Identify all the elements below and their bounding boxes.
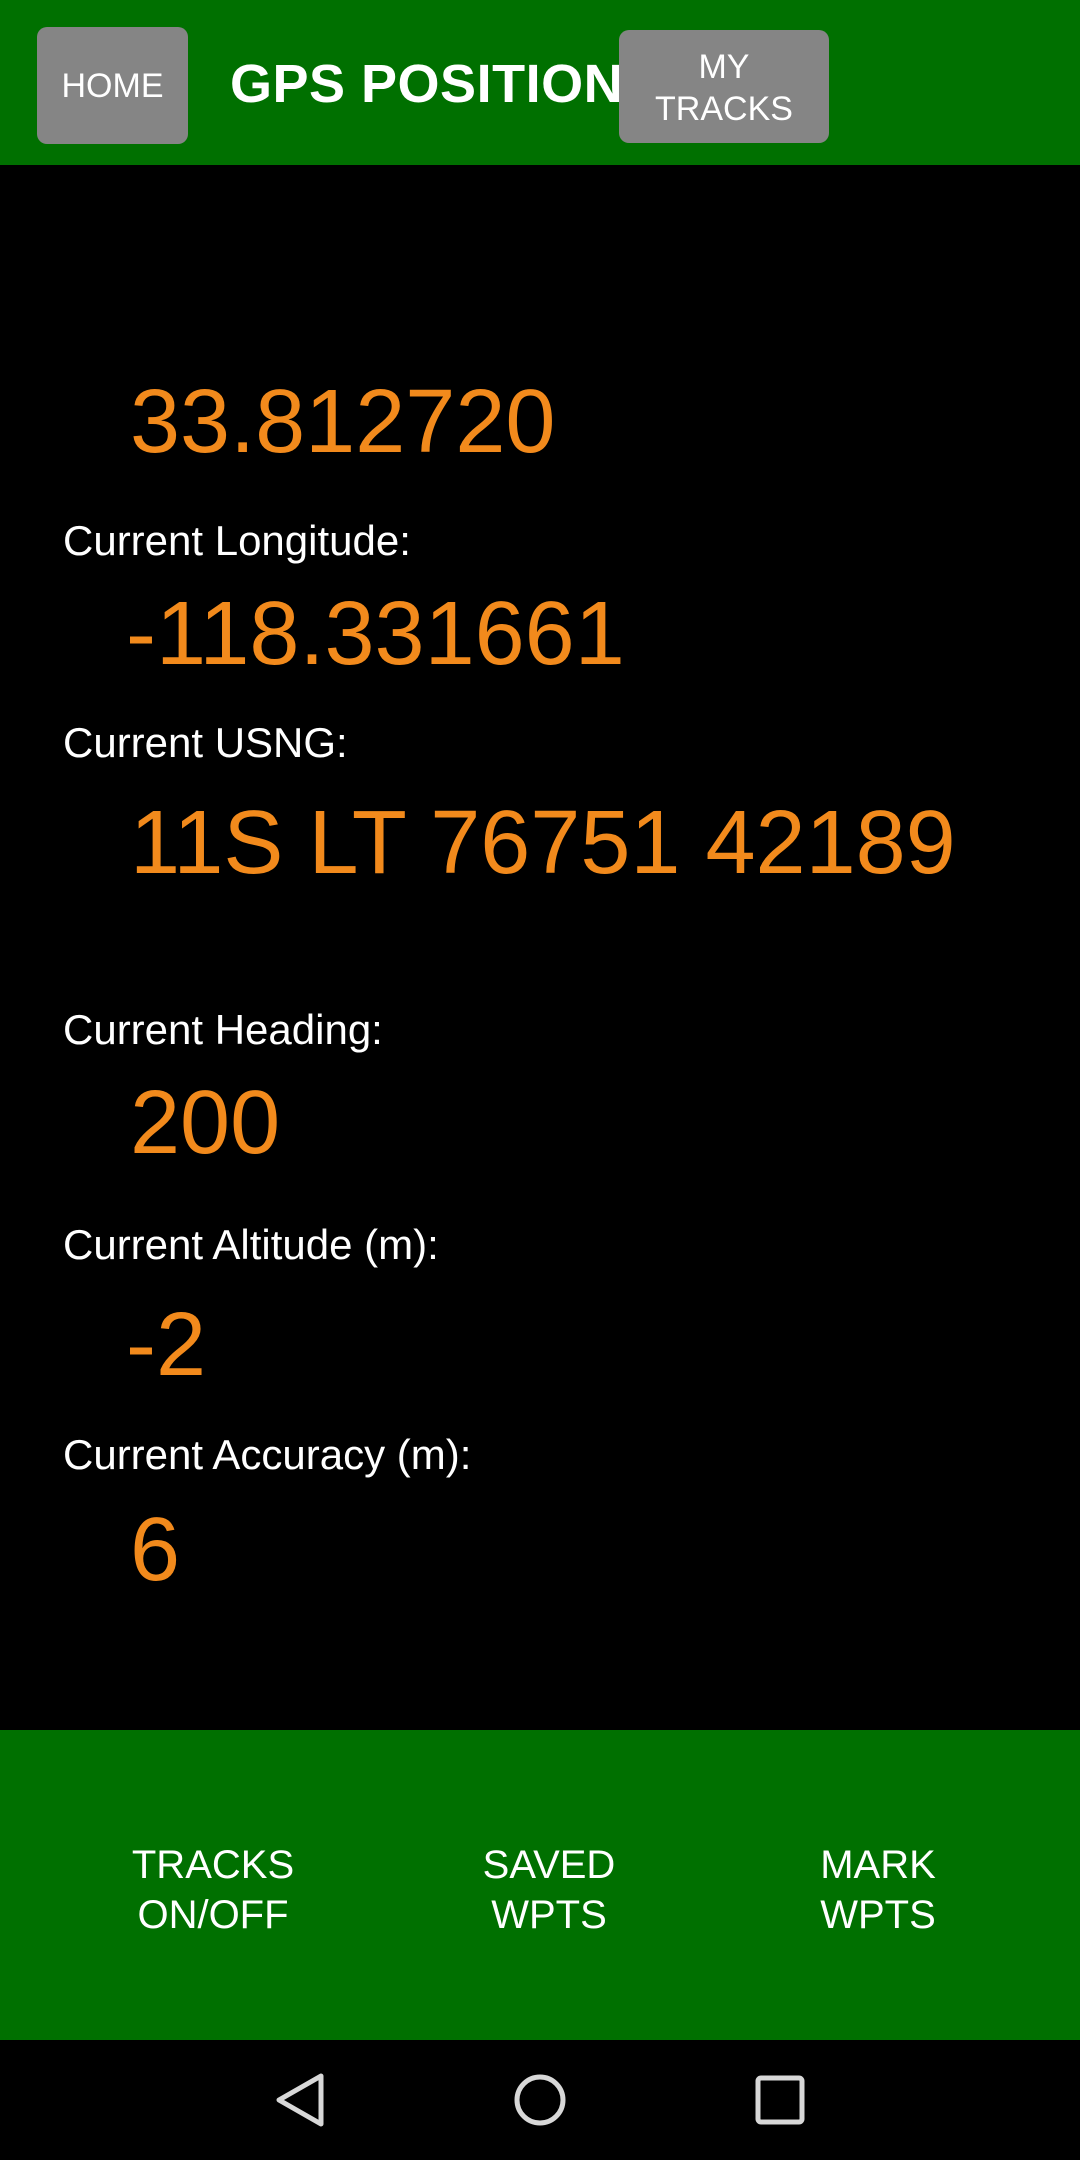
accuracy-label: Current Accuracy (m): [63, 1431, 472, 1478]
longitude-label: Current Longitude: [63, 517, 411, 564]
saved-waypoints-button[interactable]: SAVED WPTS [419, 1840, 679, 1940]
altitude-value: -2 [126, 1295, 207, 1395]
system-nav-bar [0, 2040, 1080, 2160]
page-title: GPS POSITION [230, 54, 624, 114]
altitude-label: Current Altitude (m): [63, 1221, 439, 1268]
recents-square-icon[interactable] [752, 2072, 808, 2128]
latitude-value: 33.812720 [130, 372, 556, 472]
heading-value: 200 [130, 1073, 281, 1173]
accuracy-value: 6 [130, 1500, 181, 1600]
usng-label: Current USNG: [63, 719, 348, 766]
bottom-action-bar: TRACKS ON/OFF SAVED WPTS MARK WPTS [0, 1730, 1080, 2040]
mark-waypoints-button[interactable]: MARK WPTS [748, 1840, 1008, 1940]
heading-label: Current Heading: [63, 1006, 383, 1053]
top-app-bar: HOME GPS POSITION MY TRACKS [0, 0, 1080, 165]
back-icon[interactable] [273, 2072, 329, 2128]
longitude-value: -118.331661 [126, 584, 625, 684]
usng-value: 11S LT 76751 42189 [130, 793, 956, 893]
home-button[interactable]: HOME [37, 27, 188, 144]
my-tracks-button[interactable]: MY TRACKS [619, 30, 829, 143]
home-circle-icon[interactable] [512, 2072, 568, 2128]
tracks-toggle-button[interactable]: TRACKS ON/OFF [83, 1840, 343, 1940]
gps-position-screen: HOME GPS POSITION MY TRACKS 33.812720 Cu… [0, 0, 1080, 2160]
